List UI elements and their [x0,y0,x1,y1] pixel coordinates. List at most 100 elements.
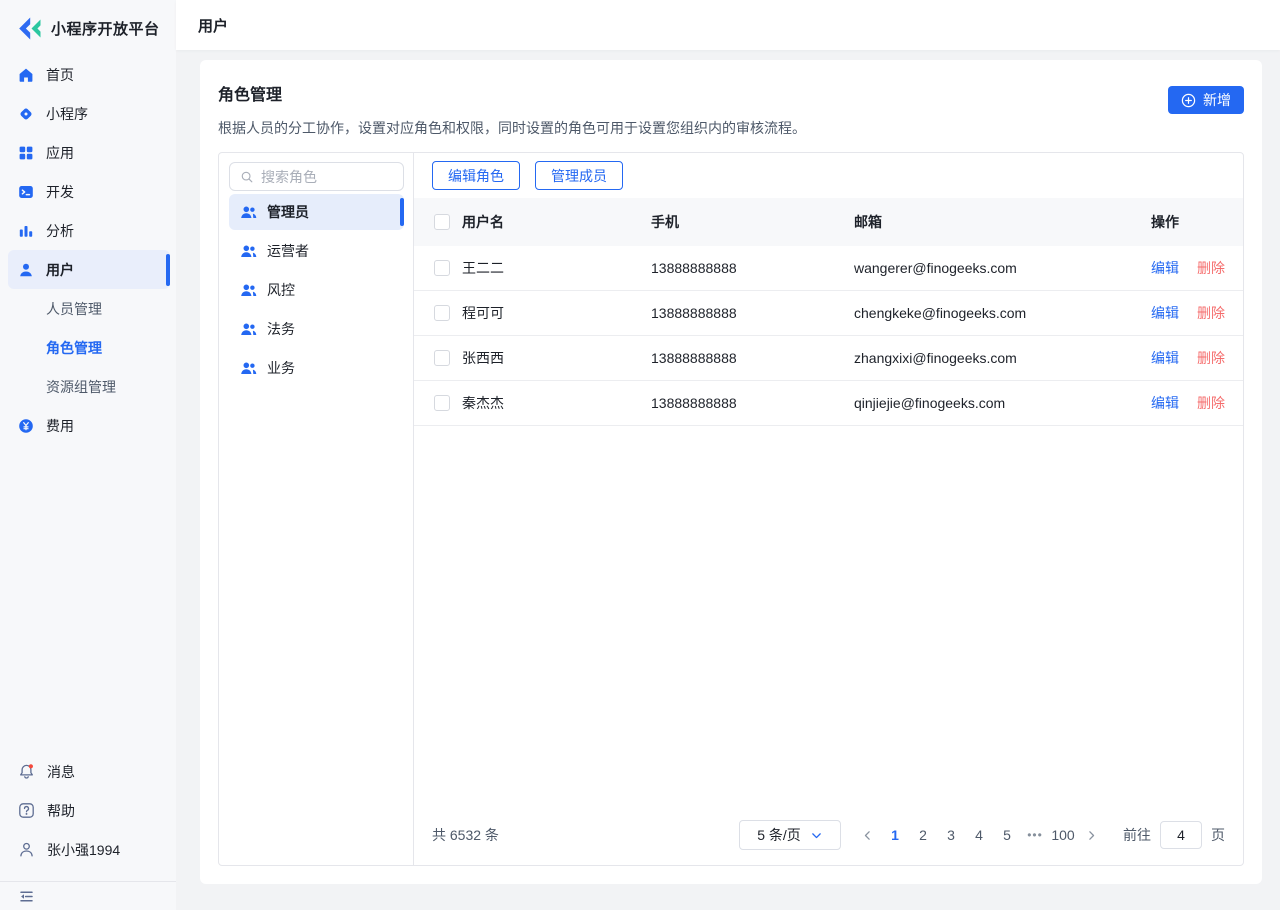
sidebar-item-label: 开发 [46,182,74,202]
page-number[interactable]: 3 [937,820,965,850]
next-page-button[interactable] [1077,820,1105,850]
sidebar-subitem-members[interactable]: 人员管理 [8,289,170,328]
dev-icon [18,184,34,200]
manage-members-button[interactable]: 管理成员 [535,161,623,190]
page-number[interactable]: 100 [1049,820,1077,850]
main-column: 用户 角色管理 根据人员的分工协作，设置对应角色和权限，同时设置的角色可用于设置… [176,0,1280,910]
sidebar-item-billing[interactable]: 费用 [8,406,170,445]
sidebar-item-label: 帮助 [47,801,75,821]
row-checkbox[interactable] [434,350,450,366]
sidebar-item-label: 应用 [46,143,74,163]
role-group-icon [240,243,257,260]
home-icon [18,67,34,83]
goto-label: 前往 [1123,825,1151,845]
role-item-business[interactable]: 业务 [229,350,404,386]
add-role-button[interactable]: 新增 [1168,86,1244,114]
page-number[interactable]: 1 [881,820,909,850]
row-checkbox[interactable] [434,305,450,321]
page-title: 角色管理 [218,86,806,106]
card-header: 角色管理 根据人员的分工协作，设置对应角色和权限，同时设置的角色可用于设置您组织… [218,86,1244,138]
user-email: zhangxixi@finogeeks.com [854,350,1151,366]
page-size-value: 5 条/页 [757,825,801,845]
role-name: 业务 [267,358,295,378]
sidebar-collapse-bar [0,881,176,910]
role-group-icon [240,360,257,377]
page-number[interactable]: 4 [965,820,993,850]
page-number[interactable]: 5 [993,820,1021,850]
sidebar-item-dev[interactable]: 开发 [8,172,170,211]
edit-link[interactable]: 编辑 [1151,303,1179,323]
edit-role-button[interactable]: 编辑角色 [432,161,520,190]
sidebar-footer: 消息 帮助 张小强1994 [0,752,176,910]
delete-link[interactable]: 删除 [1197,258,1225,278]
row-checkbox[interactable] [434,260,450,276]
fee-icon [18,418,34,434]
topbar: 用户 [176,0,1280,50]
table-row: 秦杰杰 13888888888 qinjiejie@finogeeks.com … [414,381,1243,426]
sidebar-item-label: 小程序 [46,104,88,124]
sidebar-subitem-label: 人员管理 [46,299,102,319]
role-item-legal[interactable]: 法务 [229,311,404,347]
table-toolbar: 编辑角色 管理成员 [414,161,1243,190]
edit-link[interactable]: 编辑 [1151,393,1179,413]
page-size-select[interactable]: 5 条/页 [739,820,841,850]
sidebar-subitem-roles[interactable]: 角色管理 [8,328,170,367]
role-group-icon [240,282,257,299]
sidebar-item-home[interactable]: 首页 [8,55,170,94]
role-management-card: 角色管理 根据人员的分工协作，设置对应角色和权限，同时设置的角色可用于设置您组织… [200,60,1262,884]
role-item-operator[interactable]: 运营者 [229,233,404,269]
user-email: qinjiejie@finogeeks.com [854,395,1151,411]
page-number[interactable]: 2 [909,820,937,850]
prev-page-button[interactable] [853,820,881,850]
platform-logo-icon [16,15,43,42]
add-role-label: 新增 [1203,90,1231,110]
platform-title: 小程序开放平台 [51,18,160,39]
content-area: 角色管理 根据人员的分工协作，设置对应角色和权限，同时设置的角色可用于设置您组织… [176,50,1280,910]
row-checkbox[interactable] [434,395,450,411]
role-search-input[interactable] [261,169,393,185]
analytics-icon [18,223,34,239]
sidebar-item-account[interactable]: 张小强1994 [0,830,176,869]
role-name: 管理员 [267,202,309,222]
user-phone: 13888888888 [651,260,854,276]
pager: 1 2 3 4 5 ••• 100 [853,820,1105,850]
role-search-box[interactable] [229,162,404,191]
sidebar-item-label: 分析 [46,221,74,241]
help-icon [18,802,35,819]
sidebar-item-apps[interactable]: 应用 [8,133,170,172]
edit-link[interactable]: 编辑 [1151,348,1179,368]
chevron-right-icon [1085,829,1098,842]
more-pages-icon[interactable]: ••• [1021,820,1049,850]
user-phone: 13888888888 [651,305,854,321]
collapse-sidebar-icon[interactable] [18,888,35,905]
apps-icon [18,145,34,161]
column-header-phone: 手机 [651,212,854,232]
select-all-checkbox[interactable] [434,214,450,230]
delete-link[interactable]: 删除 [1197,303,1225,323]
edit-link[interactable]: 编辑 [1151,258,1179,278]
sidebar-item-messages[interactable]: 消息 [0,752,176,791]
bell-icon [18,763,35,780]
table-header: 用户名 手机 邮箱 操作 [414,198,1243,246]
user-name: 秦杰杰 [462,393,651,413]
goto-page-input[interactable] [1160,821,1202,849]
search-icon [240,170,254,184]
sidebar-item-analytics[interactable]: 分析 [8,211,170,250]
sidebar-item-label: 首页 [46,65,74,85]
user-name: 王二二 [462,258,651,278]
topbar-title: 用户 [198,15,228,36]
sidebar-item-help[interactable]: 帮助 [0,791,176,830]
sidebar-subitem-resource-groups[interactable]: 资源组管理 [8,367,170,406]
delete-link[interactable]: 删除 [1197,348,1225,368]
sidebar-item-miniapp[interactable]: 小程序 [8,94,170,133]
pagination-bar: 共 6532 条 5 条/页 [414,820,1243,865]
goto-page: 前往 页 [1123,821,1225,849]
sidebar-item-users[interactable]: 用户 [8,250,170,289]
role-item-risk[interactable]: 风控 [229,272,404,308]
role-name: 风控 [267,280,295,300]
sidebar-subitem-label: 资源组管理 [46,377,116,397]
user-email: wangerer@finogeeks.com [854,260,1151,276]
delete-link[interactable]: 删除 [1197,393,1225,413]
roles-list-column: 管理员 运营者 风控 [219,153,414,865]
role-item-admin[interactable]: 管理员 [229,194,404,230]
